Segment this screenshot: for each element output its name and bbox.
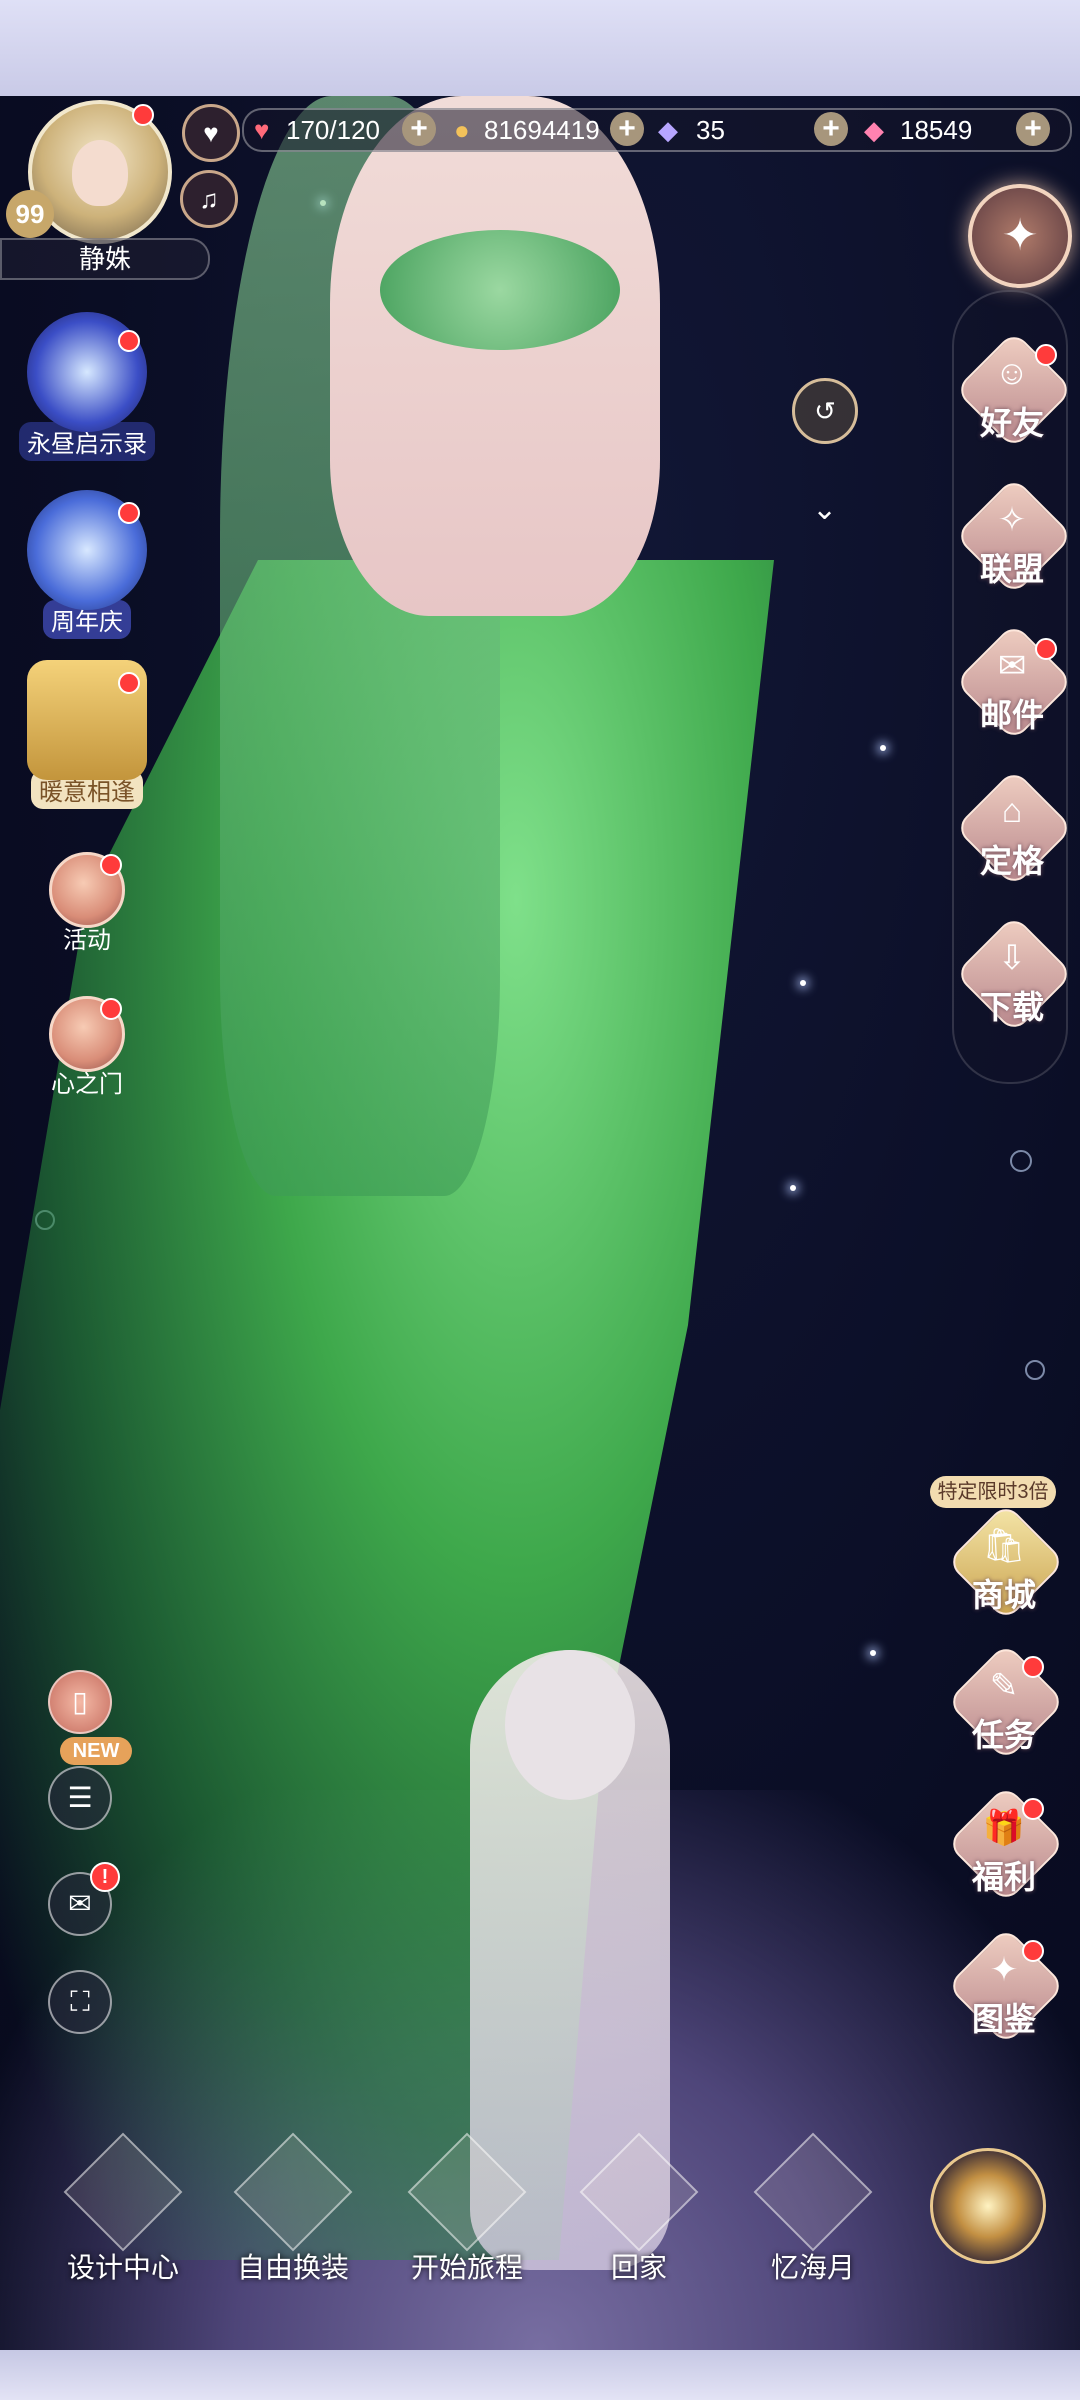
gold-coin-icon: ● bbox=[454, 115, 470, 145]
bubble bbox=[1025, 1360, 1045, 1380]
player-name: 静姝 bbox=[0, 238, 210, 280]
nav-memory-sea-label: 忆海月 bbox=[770, 2252, 855, 2283]
resource-bar: ♥ 170/120 + ● 81694419 + ◆ 35 + ◆ 18549 … bbox=[242, 108, 1072, 152]
nav-free-dressup[interactable]: 自由换装 bbox=[218, 2132, 368, 2286]
crystal-add-button[interactable]: + bbox=[1016, 112, 1050, 146]
nav-home-label: 回家 bbox=[610, 2252, 667, 2283]
menu-alliance-label: 联盟 bbox=[979, 551, 1044, 587]
baby-head bbox=[505, 1650, 635, 1800]
moon-menu-button[interactable] bbox=[930, 2148, 1046, 2264]
gold-value: 81694419 bbox=[484, 115, 600, 145]
crystal-value: 18549 bbox=[900, 115, 973, 145]
menu-mail-label: 邮件 bbox=[979, 697, 1044, 733]
snapshot-icon: ⌂ bbox=[1001, 792, 1023, 830]
music-button[interactable]: ♫ bbox=[180, 170, 238, 228]
bottom-bar-area bbox=[0, 2350, 1080, 2400]
notification-dot bbox=[1035, 638, 1057, 660]
sparkle bbox=[800, 980, 806, 986]
diamond-icon: ◆ bbox=[658, 115, 678, 145]
menu-snapshot-label: 定格 bbox=[979, 843, 1044, 879]
menu-snapshot[interactable]: ⌂ 定格 bbox=[954, 768, 1074, 888]
shop-promo-badge: 特定限时3倍 bbox=[930, 1476, 1056, 1508]
nav-start-journey-icon bbox=[407, 2132, 527, 2252]
camera-angle-button[interactable]: ↺ bbox=[792, 378, 858, 444]
chat-alert-icon: ! bbox=[90, 1862, 120, 1892]
notification-dot bbox=[1022, 1940, 1044, 1962]
diamond-value: 35 bbox=[696, 115, 725, 145]
menu-download-label: 下载 bbox=[979, 989, 1044, 1025]
alliance-icon: ✧ bbox=[997, 501, 1027, 539]
menu-shop[interactable]: 🛍 商城 bbox=[946, 1502, 1066, 1622]
download-icon: ⇩ bbox=[997, 939, 1027, 977]
stamina-add-button[interactable]: + bbox=[402, 112, 436, 146]
bubble bbox=[1010, 1150, 1032, 1172]
nav-design-center[interactable]: 设计中心 bbox=[48, 2132, 198, 2286]
nav-memory-sea[interactable]: 忆海月 bbox=[738, 2132, 888, 2286]
phone-icon[interactable]: ▯ bbox=[48, 1670, 112, 1734]
nav-design-center-icon bbox=[63, 2132, 183, 2252]
menu-gift-label: 福利 bbox=[971, 1859, 1036, 1895]
shop-icon: 🛍 bbox=[982, 1527, 1026, 1565]
nav-home-icon bbox=[579, 2132, 699, 2252]
favorite-heart-button[interactable]: ♥ bbox=[182, 104, 240, 162]
menu-activity[interactable]: 活动 bbox=[12, 852, 162, 957]
gold-add-button[interactable]: + bbox=[610, 112, 644, 146]
nav-home[interactable]: 回家 bbox=[564, 2132, 714, 2286]
menu-shop-label: 商城 bbox=[971, 1577, 1036, 1613]
notification-dot bbox=[118, 672, 140, 694]
avatar-notification-dot bbox=[132, 104, 154, 126]
stamina-value: 170/120 bbox=[286, 115, 380, 145]
menu-task-label: 任务 bbox=[971, 1717, 1036, 1753]
notification-dot bbox=[1022, 1798, 1044, 1820]
compass-menu-button[interactable]: ✦ bbox=[968, 184, 1072, 288]
menu-download[interactable]: ⇩ 下载 bbox=[954, 914, 1074, 1034]
nav-start-journey-label: 开始旅程 bbox=[410, 2252, 523, 2283]
collapse-arrow-icon[interactable]: ⌄ bbox=[812, 492, 837, 527]
notification-dot bbox=[1022, 1656, 1044, 1678]
notification-dot bbox=[100, 854, 122, 876]
sparkle bbox=[870, 1650, 876, 1656]
menu-eternal-day[interactable]: 永昼启示录 bbox=[12, 312, 162, 461]
menu-alliance[interactable]: ✧ 联盟 bbox=[954, 476, 1074, 596]
crystal-icon: ◆ bbox=[864, 115, 884, 145]
fullscreen-icon[interactable]: ⛶ bbox=[48, 1970, 112, 2034]
mermaid-character[interactable] bbox=[330, 96, 660, 616]
notes-icon[interactable]: ☰ bbox=[48, 1766, 112, 1830]
nav-design-center-label: 设计中心 bbox=[66, 2252, 179, 2283]
nav-start-journey[interactable]: 开始旅程 bbox=[392, 2132, 542, 2286]
player-level: 99 bbox=[6, 190, 54, 238]
notification-dot bbox=[100, 998, 122, 1020]
mermaid-shell-top bbox=[380, 230, 620, 350]
notification-dot bbox=[118, 502, 140, 524]
sparkle bbox=[880, 745, 886, 751]
nav-free-dressup-label: 自由换装 bbox=[236, 2252, 349, 2283]
menu-friends-label: 好友 bbox=[979, 405, 1044, 441]
avatar-face bbox=[72, 140, 128, 206]
notification-dot bbox=[118, 330, 140, 352]
notification-dot bbox=[1035, 344, 1057, 366]
diamond-add-button[interactable]: + bbox=[814, 112, 848, 146]
stamina-heart-icon: ♥ bbox=[254, 115, 270, 145]
sparkle bbox=[790, 1185, 796, 1191]
nav-memory-sea-icon bbox=[753, 2132, 873, 2252]
menu-heart-gate[interactable]: 心之门 bbox=[12, 996, 162, 1101]
nav-free-dressup-icon bbox=[233, 2132, 353, 2252]
new-badge: NEW bbox=[60, 1737, 132, 1765]
status-bar-area bbox=[0, 0, 1080, 96]
menu-collection-label: 图鉴 bbox=[971, 2001, 1036, 2037]
